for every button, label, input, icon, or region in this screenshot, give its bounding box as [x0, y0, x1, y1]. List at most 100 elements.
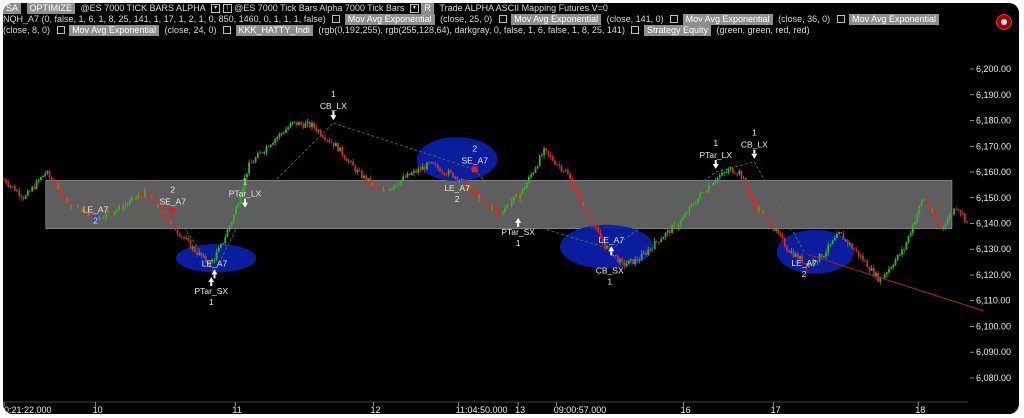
price-bar-body [272, 142, 274, 145]
x-tick-label: 10 [93, 405, 103, 414]
price-bar-body [705, 191, 708, 193]
price-bar-body [406, 173, 409, 178]
price-bar-body [916, 213, 919, 222]
price-bar-body [328, 139, 331, 142]
settings-icon[interactable] [996, 14, 1012, 30]
price-bar-body [857, 250, 860, 256]
price-bar-body [274, 139, 277, 143]
price-bar-body [50, 177, 53, 181]
price-bar-body [113, 211, 116, 214]
price-bar-body [883, 274, 886, 278]
price-bar-body [779, 233, 782, 236]
signal-count: 1 [209, 297, 214, 307]
price-bar-body [293, 121, 296, 123]
price-bar-body [334, 143, 337, 147]
price-bar-body [577, 191, 580, 195]
indicator-kkk-hatty[interactable]: KKK_HATTY_Indi [235, 25, 313, 36]
indicator-ma3[interactable]: Mov Avg Exponential [682, 14, 773, 25]
price-bar-body [170, 221, 172, 223]
mode-button[interactable]: SA [3, 3, 22, 14]
price-bar-body [838, 232, 840, 234]
price-bar-body [547, 150, 550, 155]
indicator-ma2[interactable]: Mov Avg Exponential [511, 14, 602, 25]
optimize-button[interactable]: OPTIMIZE [26, 3, 76, 14]
indicator-strategy-equity[interactable]: Strategy Equity [643, 25, 711, 36]
close-icon[interactable] [836, 15, 845, 23]
symbol-dropdown-icon[interactable]: ▾ [211, 4, 221, 13]
price-bar-body [230, 221, 233, 227]
price-bar-body [222, 243, 224, 245]
price-bar-body [862, 255, 864, 261]
price-bar-body [280, 133, 283, 135]
price-bar-body [39, 177, 42, 181]
price-bar-body [7, 183, 10, 187]
price-bar-body [888, 268, 890, 273]
price-bar-body [161, 208, 164, 214]
price-bar-body [927, 202, 929, 208]
price-bar-body [371, 183, 374, 185]
close-icon[interactable] [631, 26, 640, 34]
price-bar-body [48, 171, 51, 178]
interval-dropdown-icon[interactable]: ▾ [409, 4, 419, 13]
price-bar-body [452, 172, 454, 178]
close-icon[interactable] [223, 26, 232, 34]
price-bar-body [259, 152, 261, 154]
price-bar-body [918, 205, 921, 214]
price-bar-body [851, 243, 853, 249]
indicator-ma3-params: (close, 36, 0) [778, 14, 831, 24]
indicator-ma1[interactable]: Mov Avg Exponential [344, 14, 435, 25]
price-bar-body [35, 180, 38, 189]
price-bar-body [439, 168, 441, 172]
x-tick-label: 13 [515, 405, 525, 414]
price-bar-body [196, 251, 198, 255]
arrow-down-icon [330, 115, 337, 121]
price-bar-body [940, 225, 942, 228]
price-bar-body [859, 255, 862, 257]
price-bar-body [508, 204, 511, 206]
trade-info-label: Trade ALPHA ASCII Mapping Futures V=0 [439, 3, 608, 13]
price-bar-body [343, 155, 346, 159]
price-bar-body [29, 190, 31, 192]
price-bar-body [855, 249, 858, 251]
price-bar-body [493, 206, 496, 209]
price-bar-body [571, 178, 574, 188]
bar-type-dropdown-icon[interactable]: | [222, 4, 232, 13]
close-icon[interactable] [670, 15, 679, 23]
price-bar-body [957, 209, 960, 211]
price-bar-body [695, 203, 697, 205]
price-bar-body [233, 214, 235, 222]
y-tick-label: 6,150.00 [976, 193, 1011, 203]
price-bar-body [68, 199, 70, 207]
price-bar-body [139, 195, 142, 196]
price-bar-body [666, 230, 669, 233]
price-bar-body [527, 176, 530, 183]
r-button[interactable]: R [421, 3, 434, 14]
signal-marker [169, 207, 176, 214]
price-bar-body [894, 259, 897, 266]
indicator-ma4[interactable]: Mov Avg Exponential [849, 14, 940, 25]
price-bar-body [363, 175, 365, 178]
price-bar-body [413, 170, 415, 173]
close-icon[interactable] [332, 15, 341, 23]
price-bar-body [187, 238, 190, 241]
signal-count: 2 [472, 143, 477, 153]
price-bar-body [302, 124, 305, 128]
price-bar-body [458, 180, 461, 182]
signal-label: CB_SX [596, 266, 624, 276]
price-bar-body [317, 130, 320, 132]
price-bar-body [423, 166, 426, 170]
price-bar-body [74, 206, 77, 208]
price-bar-body [875, 272, 877, 277]
close-icon[interactable] [498, 15, 507, 23]
indicator-ma5[interactable]: Mov Avg Exponential [69, 25, 159, 36]
price-bar-body [436, 164, 439, 169]
price-bar-body [404, 176, 407, 178]
price-bar-body [256, 153, 259, 158]
price-bar-body [961, 213, 964, 215]
price-bar-body [276, 136, 279, 140]
close-icon[interactable] [56, 26, 65, 34]
price-bar-body [822, 256, 825, 258]
price-chart[interactable]: LE_A72SE_A72LE_A7PTar_SX1PTar_LX1CB_LX1S… [3, 3, 1019, 414]
price-bar-body [24, 195, 27, 199]
price-bar-body [562, 170, 565, 172]
